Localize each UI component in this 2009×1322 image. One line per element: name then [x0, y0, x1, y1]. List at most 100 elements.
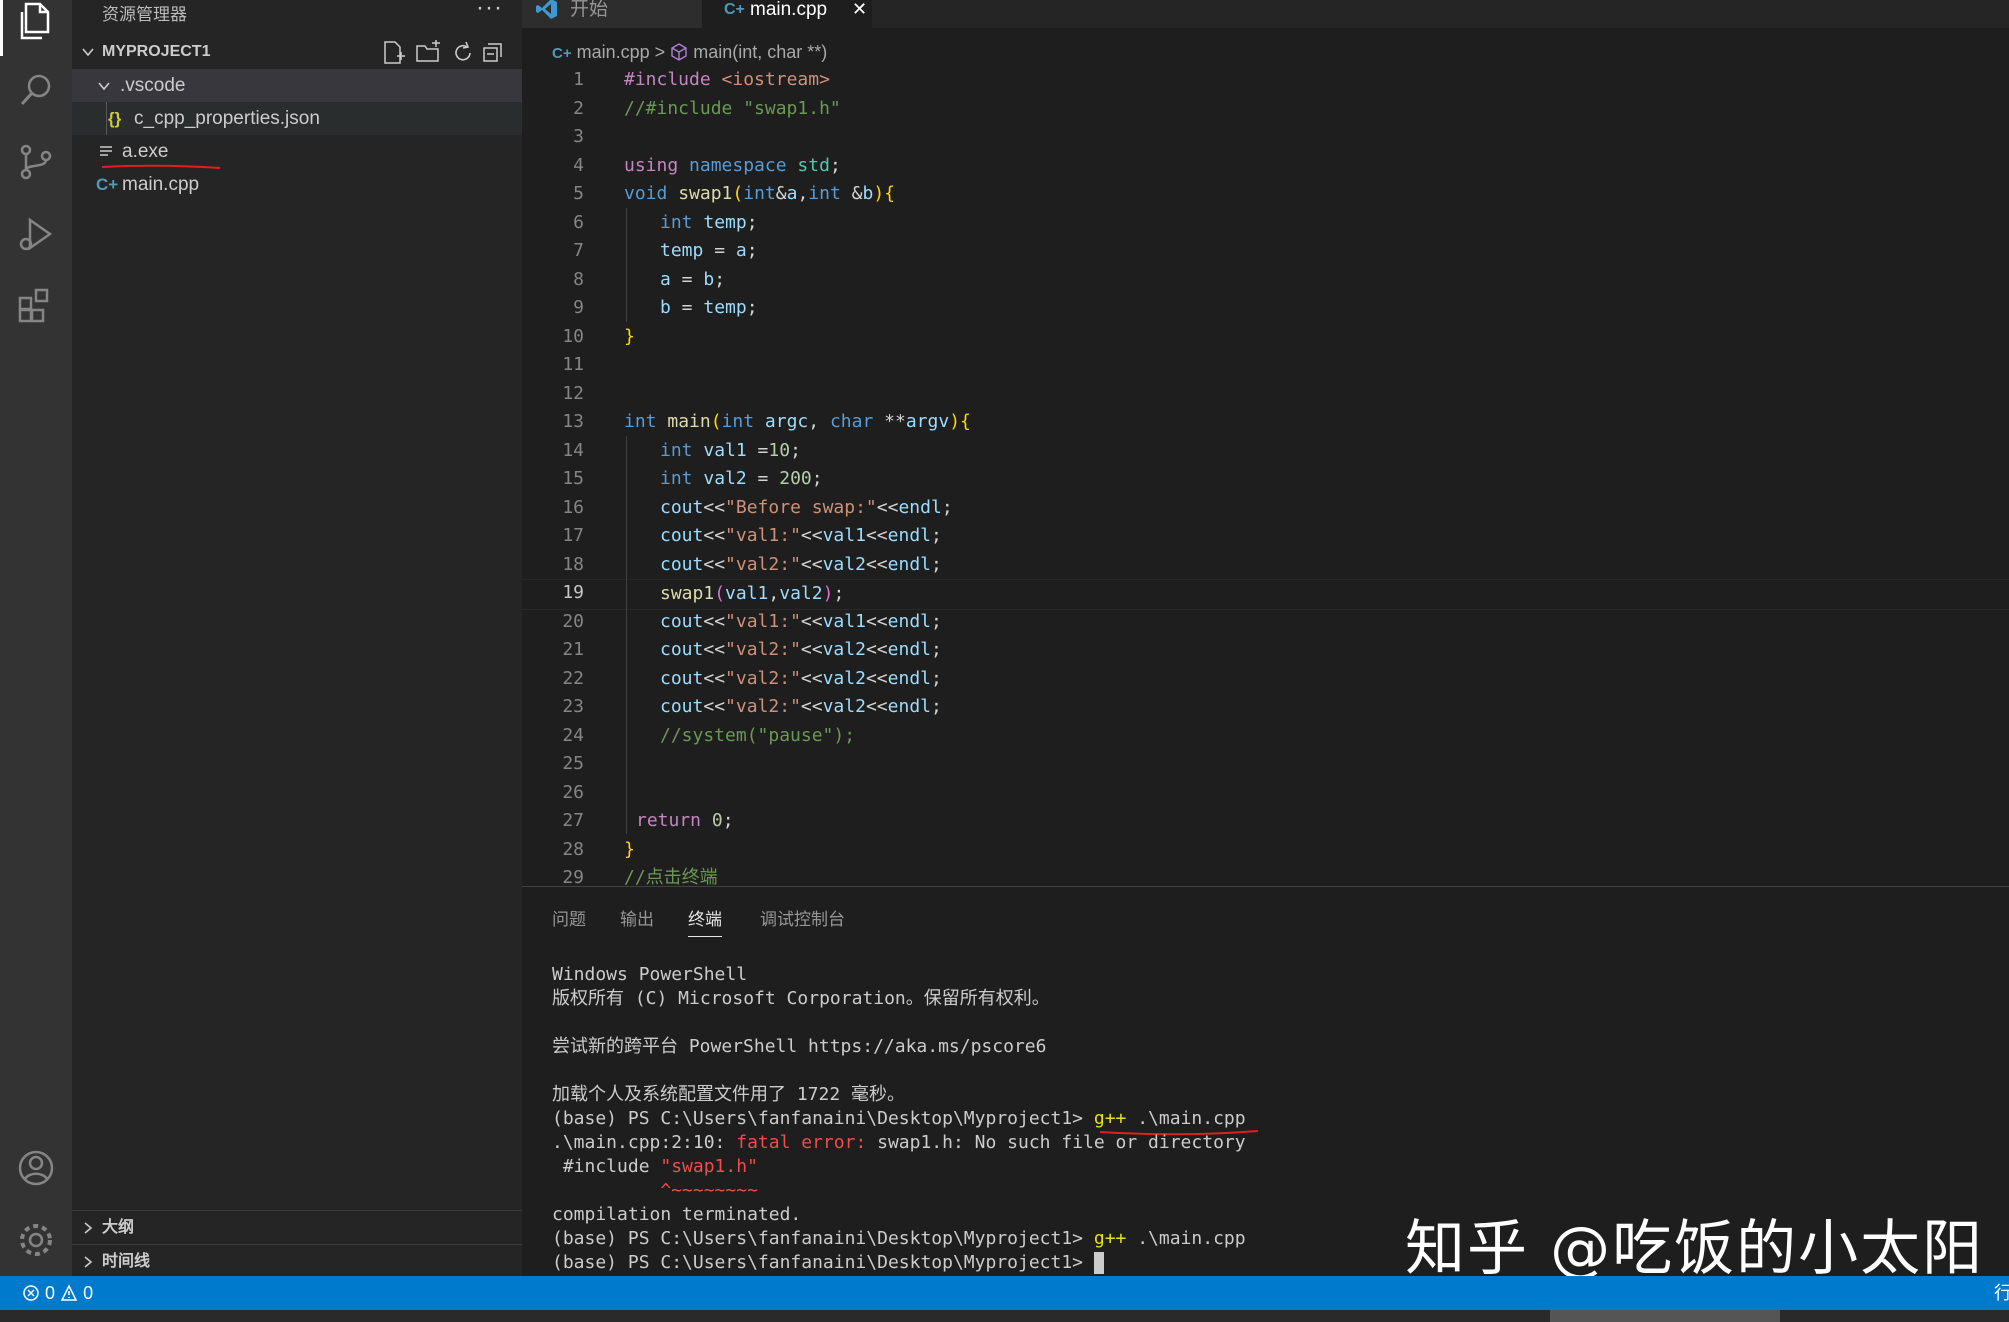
- breadcrumb: C+ main.cpp > main(int, char **): [552, 38, 827, 66]
- line-number: 11: [562, 354, 584, 375]
- code-line: }: [624, 325, 635, 347]
- breadcrumb-file[interactable]: main.cpp: [577, 42, 650, 62]
- code-line: return 0;: [636, 810, 734, 831]
- close-icon[interactable]: ✕: [852, 0, 867, 19]
- code-line: cout<<"Before swap:"<<endl;: [660, 496, 953, 518]
- line-number: 12: [562, 382, 584, 404]
- new-file-icon[interactable]: [380, 40, 406, 66]
- breadcrumb-separator: >: [654, 42, 666, 62]
- symbol-method-icon: [671, 43, 687, 61]
- window-bottom-strip: [0, 1310, 2009, 1322]
- cursor-position[interactable]: 行: [1994, 1276, 2009, 1310]
- tab-terminal[interactable]: 终端: [688, 905, 722, 937]
- tab-label: main.cpp: [750, 0, 828, 20]
- tab-main-cpp[interactable]: C+ main.cpp ✕: [702, 0, 872, 28]
- terminal-line: 加载个人及系统配置文件用了 1722 毫秒。: [552, 1084, 906, 1105]
- outline-label: 大纲: [102, 1219, 135, 1236]
- timeline-label: 时间线: [102, 1253, 151, 1270]
- terminal-line: (base) PS C:\Users\fanfanaini\Desktop\My…: [552, 1108, 1246, 1129]
- line-number: 26: [562, 781, 584, 803]
- breadcrumb-symbol[interactable]: main(int, char **): [693, 42, 827, 62]
- code-line: //system("pause");: [660, 724, 856, 746]
- tree-item-label: .vscode: [120, 75, 186, 96]
- active-indicator: [0, 0, 3, 56]
- line-number: 25: [562, 753, 584, 774]
- code-line: #include <iostream>: [624, 69, 830, 90]
- explorer-sidebar: 资源管理器 ··· MYPROJECT1 .vscode {} c_cpp_pr…: [72, 0, 522, 1276]
- new-folder-icon[interactable]: [415, 40, 441, 66]
- warning-count: 0: [83, 1283, 94, 1303]
- line-number-row: 3: [522, 123, 2009, 152]
- chevron-right-icon: [84, 1256, 93, 1268]
- search-icon[interactable]: [14, 68, 58, 112]
- json-icon: {}: [108, 109, 122, 128]
- code-line: //#include "swap1.h": [624, 97, 841, 119]
- source-control-icon[interactable]: [14, 140, 58, 184]
- tab-debug-console[interactable]: 调试控制台: [760, 905, 845, 930]
- refresh-icon[interactable]: [450, 40, 476, 66]
- indent-guide: [626, 436, 627, 834]
- timeline-section[interactable]: 时间线: [72, 1244, 522, 1279]
- code-line: }: [624, 838, 635, 860]
- chevron-down-icon: [98, 82, 110, 91]
- cpp-file-icon: C+: [724, 1, 745, 18]
- tab-welcome[interactable]: 开始: [522, 0, 702, 28]
- tree-item-c-cpp-properties[interactable]: {} c_cpp_properties.json: [72, 102, 522, 135]
- tree-item-a-exe[interactable]: a.exe: [72, 135, 522, 169]
- editor-tab-bar: 开始 C+ main.cpp ✕: [522, 0, 2009, 28]
- tree-item-main-cpp[interactable]: C+ main.cpp: [72, 168, 522, 201]
- code-line: using namespace std;: [624, 154, 841, 176]
- indent-guide: [626, 208, 627, 322]
- terminal-cursor: [1093, 1252, 1104, 1274]
- error-count: 0: [45, 1283, 56, 1303]
- line-number-row: 11: [522, 351, 2009, 380]
- problems-status[interactable]: 0 0: [22, 1276, 93, 1310]
- terminal-line: .\main.cpp:2:10: fatal error: swap1.h: N…: [552, 1132, 1246, 1153]
- code-line: cout<<"val1:"<<val1<<endl;: [660, 525, 942, 546]
- run-debug-icon[interactable]: [14, 212, 58, 256]
- scrollbar-thumb[interactable]: [1550, 1310, 1780, 1322]
- code-line: int temp;: [660, 211, 758, 233]
- explorer-title: 资源管理器: [102, 5, 187, 24]
- code-line: cout<<"val1:"<<val1<<endl;: [660, 610, 942, 632]
- code-line: a = b;: [660, 268, 726, 290]
- code-line: cout<<"val2:"<<val2<<endl;: [660, 553, 942, 575]
- collapse-all-icon[interactable]: [480, 40, 506, 66]
- tab-label: 开始: [570, 0, 609, 20]
- code-line: //点击终端: [624, 867, 718, 886]
- chevron-down-icon: [82, 48, 94, 57]
- error-icon: [23, 1285, 39, 1301]
- extensions-icon[interactable]: [14, 284, 58, 328]
- more-actions-button[interactable]: ···: [476, 0, 503, 22]
- line-number-row: 26: [522, 779, 2009, 808]
- code-editor[interactable]: 1 2 3 4 5 6 7 8 9 10 11 12 13 14 15 16 17 18 19 20 21 22 23 24 2…: [522, 66, 2009, 886]
- tab-output[interactable]: 输出: [620, 905, 654, 930]
- terminal-line: Windows PowerShell: [552, 964, 748, 985]
- current-code-line: swap1(val1,val2);: [522, 579, 2009, 610]
- project-name: MYPROJECT1: [102, 43, 211, 60]
- settings-gear-icon[interactable]: [14, 1218, 58, 1262]
- tree-item-vscode-folder[interactable]: .vscode: [72, 69, 522, 102]
- cpp-file-icon: C+: [96, 175, 119, 194]
- code-line: temp = a;: [660, 240, 758, 261]
- account-icon[interactable]: [14, 1146, 58, 1190]
- explorer-icon[interactable]: [14, 0, 58, 44]
- warning-icon: [60, 1284, 78, 1301]
- tab-problems[interactable]: 问题: [552, 905, 586, 930]
- line-number-row: 25: [522, 750, 2009, 779]
- code-line: int val1 =10;: [660, 439, 801, 461]
- project-actions: [380, 40, 502, 66]
- code-line: cout<<"val2:"<<val2<<endl;: [660, 667, 942, 689]
- code-line: cout<<"val2:"<<val2<<endl;: [660, 639, 942, 660]
- outline-section[interactable]: 大纲: [72, 1210, 522, 1245]
- activity-bar: [0, 0, 72, 1276]
- code-line: void swap1(int&a,int &b){: [624, 183, 896, 204]
- line-number: 3: [573, 126, 584, 147]
- line-number-row: 12: [522, 380, 2009, 409]
- terminal-line: #include "swap1.h": [552, 1156, 758, 1177]
- code-line: int main(int argc, char **argv){: [624, 411, 971, 432]
- cpp-file-icon: C+: [552, 45, 572, 62]
- watermark: 知乎 @吃饭的小太阳: [1405, 1214, 1985, 1284]
- code-line: int val2 = 200;: [660, 468, 823, 489]
- tree-item-label: c_cpp_properties.json: [134, 108, 320, 129]
